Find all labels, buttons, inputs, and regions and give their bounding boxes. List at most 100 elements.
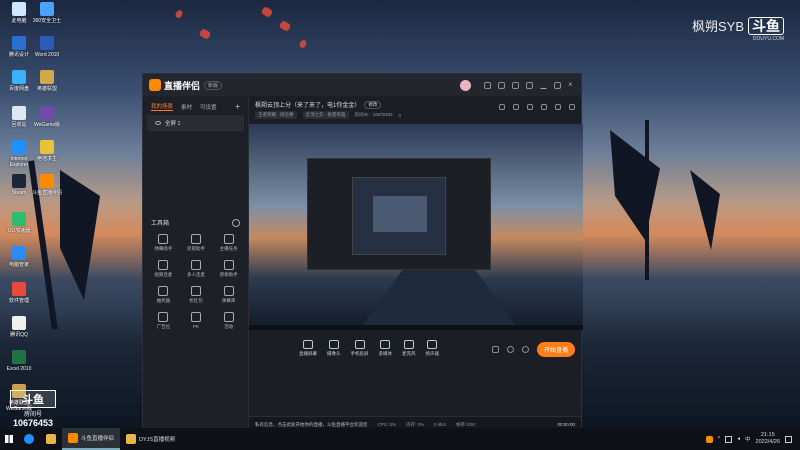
viewer-count: 0 <box>398 112 402 118</box>
category-chip[interactable]: 王者荣耀 · 排位赛 <box>255 111 297 119</box>
version-badge[interactable]: 新版 <box>204 80 223 90</box>
user-avatar[interactable] <box>460 79 471 91</box>
stream-preview[interactable] <box>249 124 583 330</box>
tool-item[interactable]: PK <box>180 312 213 330</box>
screen-capture-button[interactable]: 直播屏幕 <box>299 340 317 357</box>
notification-icon[interactable] <box>785 435 792 443</box>
tool-label: 多人连麦 <box>186 272 205 277</box>
toolbox-settings-icon[interactable] <box>232 218 240 227</box>
tool-icon <box>158 260 169 270</box>
record-icon[interactable] <box>491 346 499 353</box>
grid-icon[interactable] <box>499 104 505 110</box>
desktop-icon-label: Steam <box>11 190 27 196</box>
subcategory-chip[interactable]: 云顶之弈 · 极客英雄 <box>302 111 349 119</box>
settings-icon[interactable] <box>555 104 561 110</box>
speaker-button[interactable]: 扬声器 <box>426 340 439 357</box>
desktop-icon[interactable]: 腾讯设计 <box>4 36 34 58</box>
scene-item[interactable]: 全屏 1 <box>147 115 244 131</box>
tool-item[interactable]: 抽奖器 <box>147 286 180 304</box>
desktop-icon[interactable]: UU加速器 <box>4 212 34 234</box>
tool-item[interactable]: 视频连麦 <box>147 260 180 278</box>
task-ie[interactable] <box>18 428 40 450</box>
app-icon <box>12 140 26 154</box>
bell-icon[interactable] <box>541 104 547 110</box>
wallpaper-petal <box>278 20 292 32</box>
control-label: 直播屏幕 <box>299 351 317 356</box>
taskbar-task[interactable]: 斗鱼直播伴侣 <box>62 428 121 450</box>
app-logo-icon <box>149 79 161 91</box>
scene-name: 全屏 1 <box>165 121 181 127</box>
tool-item[interactable]: 感谢助手 <box>212 260 245 278</box>
desktop-icon[interactable]: 此电脑 <box>4 2 34 24</box>
feedback-icon[interactable] <box>512 81 519 89</box>
gear-icon[interactable] <box>521 346 529 353</box>
wallpaper-petal <box>260 6 274 18</box>
message-icon[interactable] <box>498 81 505 89</box>
start-button[interactable] <box>0 428 18 450</box>
skin-icon[interactable] <box>484 81 491 89</box>
add-scene-icon[interactable]: + <box>235 102 240 111</box>
tool-item[interactable]: 抢红包 <box>180 286 213 304</box>
desktop-icon[interactable]: 英雄联盟 <box>32 70 62 92</box>
tool-item[interactable]: 活动 <box>212 312 245 330</box>
camera-button[interactable]: 摄像头 <box>327 340 341 357</box>
edit-title-button[interactable]: 修改 <box>364 100 382 109</box>
close-icon[interactable]: × <box>568 80 575 89</box>
desktop-icon[interactable]: Excel 2010 <box>4 350 34 372</box>
task-explorer[interactable] <box>40 428 62 450</box>
network-icon[interactable] <box>725 435 733 443</box>
tool-item[interactable]: 广告位 <box>147 312 180 330</box>
desktop-icon[interactable]: 软件管理 <box>4 282 34 304</box>
app-icon <box>40 140 54 154</box>
menu-icon[interactable] <box>526 81 533 89</box>
tray-app-icon[interactable] <box>705 435 713 443</box>
volume-icon[interactable]: ◂ <box>737 436 740 442</box>
tab-materials[interactable]: 素材 <box>181 103 192 111</box>
taskbar-task[interactable]: DYJS直播视频 <box>120 428 181 450</box>
camera-icon <box>328 340 339 349</box>
tab-settings[interactable]: 可设置 <box>200 103 217 111</box>
tool-item[interactable]: 主播任务 <box>212 234 245 252</box>
desktop-icon[interactable]: Internet Explorer <box>4 140 34 168</box>
clock[interactable]: 21:15 2022/4/26 <box>756 432 780 446</box>
ime-icon[interactable]: 中 <box>745 435 751 443</box>
status-notice[interactable]: 私有信息，点击此处开始你的直播，斗鱼直播平台欢迎您 <box>255 422 368 428</box>
multimedia-button[interactable]: 多媒体 <box>379 340 392 357</box>
desktop-icon[interactable]: 腾讯QQ <box>4 316 34 338</box>
link-icon[interactable] <box>569 104 575 110</box>
tool-label: 房管助手 <box>186 246 205 251</box>
preview-nested-window <box>307 158 491 270</box>
wallpaper-flag <box>690 170 720 250</box>
desktop-icon[interactable]: WeGame版 <box>32 106 62 128</box>
clock-icon[interactable] <box>506 346 514 353</box>
streaming-app-window: 直播伴侣 新版 × 我的场景 素材 可设置 + 全屏 1 工具箱 弹幕助手 房管… <box>142 73 583 433</box>
desktop-icon[interactable]: 绝地求生 <box>32 140 62 162</box>
eye-icon[interactable] <box>155 121 161 125</box>
tool-item[interactable]: 弹幕助手 <box>147 234 180 252</box>
phone-cast-button[interactable]: 手机投屏 <box>351 340 369 357</box>
tool-item[interactable]: 弹幕库 <box>212 286 245 304</box>
share-icon[interactable] <box>513 104 519 110</box>
clock-time: 21:15 <box>760 432 775 438</box>
desktop-icon[interactable]: Word 2010 <box>32 36 62 58</box>
app-icon <box>12 282 26 296</box>
minimize-icon[interactable] <box>540 82 547 89</box>
desktop-icon[interactable]: 百度网盘 <box>4 70 34 92</box>
microphone-button[interactable]: 麦克风 <box>402 340 416 357</box>
start-stream-button[interactable]: 开始直播 <box>536 342 575 357</box>
desktop-icon[interactable]: 电脑管家 <box>4 246 34 268</box>
desktop-icon[interactable]: Steam <box>4 174 34 196</box>
maximize-icon[interactable] <box>554 81 561 89</box>
desktop-icon[interactable]: 斗鱼直播伴侣 <box>32 174 62 196</box>
room-tools <box>499 104 575 110</box>
desktop-icon-label: 腾讯设计 <box>8 52 29 58</box>
chevron-up-icon[interactable]: ^ <box>718 436 721 442</box>
desktop-icon[interactable]: 回收站 <box>4 106 34 128</box>
lock-icon[interactable] <box>527 104 533 110</box>
desktop-icon[interactable]: 360安全卫士 <box>32 2 62 24</box>
tab-scenes[interactable]: 我的场景 <box>151 102 174 111</box>
desktop-icon-label: 电脑管家 <box>8 262 29 268</box>
tool-label: 弹幕库 <box>221 298 236 303</box>
tool-item[interactable]: 房管助手 <box>180 234 213 252</box>
tool-item[interactable]: 多人连麦 <box>180 260 213 278</box>
